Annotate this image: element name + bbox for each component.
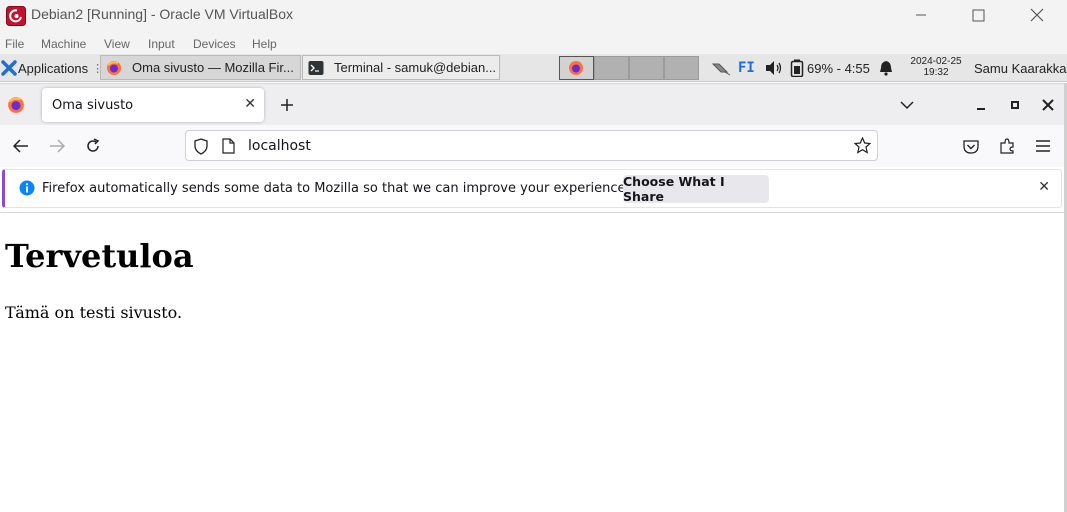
firefox-icon xyxy=(569,61,583,75)
battery-icon xyxy=(790,59,804,77)
back-arrow-icon xyxy=(13,139,28,153)
close-tab-icon[interactable]: ✕ xyxy=(244,96,256,112)
page-paragraph: Tämä on testi sivusto. xyxy=(5,303,183,322)
menu-devices[interactable]: Devices xyxy=(193,37,236,51)
clock-time: 19:32 xyxy=(923,67,949,78)
app-menu-button[interactable] xyxy=(1031,135,1055,157)
battery-indicator[interactable]: 69% - 4:55 xyxy=(790,54,870,82)
info-icon xyxy=(19,180,35,196)
browser-minimize-icon[interactable] xyxy=(976,101,986,111)
window-title: Debian2 [Running] - Oracle VM VirtualBox xyxy=(31,6,293,22)
browser-maximize-icon[interactable] xyxy=(1010,100,1020,110)
network-icon[interactable] xyxy=(711,54,731,82)
back-button[interactable] xyxy=(9,135,33,157)
notifications-button[interactable] xyxy=(879,54,893,82)
terminal-icon xyxy=(308,60,324,75)
forward-button[interactable] xyxy=(45,135,69,157)
new-tab-icon[interactable] xyxy=(280,98,294,112)
virtualbox-menu-bar: File Machine View Input Devices Help xyxy=(0,31,1067,54)
user-name[interactable]: Samu Kaarakka xyxy=(974,54,1067,82)
menu-view[interactable]: View xyxy=(104,37,130,51)
bookmark-star-icon[interactable] xyxy=(854,137,871,154)
workspace-4[interactable] xyxy=(664,56,699,80)
pocket-icon xyxy=(963,139,979,154)
close-window-button[interactable] xyxy=(1014,2,1060,28)
url-text[interactable]: localhost xyxy=(248,138,311,154)
xfce-mouse-icon xyxy=(1,60,17,76)
choose-what-i-share-button[interactable]: Choose What I Share xyxy=(623,174,769,204)
taskbar-item-terminal[interactable]: Terminal - samuk@debian... xyxy=(302,55,500,80)
page-icon[interactable] xyxy=(222,138,235,154)
firefox-view-icon[interactable] xyxy=(7,96,25,114)
clock[interactable]: 2024-02-25 19:32 xyxy=(905,56,967,78)
keyboard-layout-indicator[interactable]: FI xyxy=(738,54,755,82)
hamburger-menu-icon xyxy=(1036,140,1050,152)
maximize-button[interactable] xyxy=(955,2,1001,28)
firefox-nav-bar: localhost xyxy=(0,125,1067,167)
menu-input[interactable]: Input xyxy=(148,37,175,51)
volume-icon xyxy=(766,61,782,75)
virtualbox-title-bar: Debian2 [Running] - Oracle VM VirtualBox xyxy=(0,0,1067,31)
firefox-icon xyxy=(107,60,121,75)
maximize-icon xyxy=(972,9,984,21)
pocket-button[interactable] xyxy=(959,135,983,157)
firefox-tab-strip: Oma sivusto ✕ xyxy=(0,83,1067,125)
data-sharing-notification: Firefox automatically sends some data to… xyxy=(2,169,1062,208)
close-icon xyxy=(1030,8,1044,22)
virtualbox-debian-icon xyxy=(6,6,26,26)
menu-file[interactable]: File xyxy=(5,37,24,51)
web-page-content: Tervetuloa Tämä on testi sivusto. xyxy=(0,212,1064,512)
reload-icon xyxy=(87,138,100,152)
workspace-3[interactable] xyxy=(629,56,664,80)
applications-label: Applications xyxy=(18,60,89,76)
list-tabs-chevron-down-icon[interactable] xyxy=(900,100,914,110)
applications-menu-button[interactable]: Applications ⋮ xyxy=(0,54,103,82)
volume-control[interactable] xyxy=(765,54,783,82)
bell-icon xyxy=(880,61,892,76)
workspace-2[interactable] xyxy=(594,56,629,80)
notification-message: Firefox automatically sends some data to… xyxy=(42,181,630,196)
taskbar-item-label: Terminal - samuk@debian... xyxy=(334,60,497,75)
desktop-panel: Applications ⋮ Oma sivusto — Mozilla Fir… xyxy=(0,54,1067,82)
minimize-icon xyxy=(916,14,926,16)
url-bar[interactable]: localhost xyxy=(185,130,878,161)
page-heading: Tervetuloa xyxy=(5,237,194,275)
menu-machine[interactable]: Machine xyxy=(41,37,86,51)
clock-date: 2024-02-25 xyxy=(910,56,962,67)
shield-icon[interactable] xyxy=(193,138,209,155)
taskbar-item-firefox[interactable]: Oma sivusto — Mozilla Fir... xyxy=(100,55,301,80)
extensions-button[interactable] xyxy=(995,135,1019,157)
workspace-1[interactable] xyxy=(559,56,594,80)
tab-oma-sivusto[interactable]: Oma sivusto ✕ xyxy=(42,88,264,122)
reload-button[interactable] xyxy=(81,135,105,157)
taskbar-item-label: Oma sivusto — Mozilla Fir... xyxy=(132,60,294,75)
forward-arrow-icon xyxy=(50,139,65,153)
menu-help[interactable]: Help xyxy=(252,37,277,51)
battery-label: 69% - 4:55 xyxy=(807,60,870,76)
browser-close-icon[interactable] xyxy=(1042,99,1054,111)
network-wired-icon xyxy=(711,63,731,76)
minimize-button[interactable] xyxy=(898,2,944,28)
tab-title: Oma sivusto xyxy=(52,98,134,113)
close-notification-icon[interactable]: ✕ xyxy=(1038,179,1050,195)
puzzle-icon xyxy=(1000,138,1014,154)
